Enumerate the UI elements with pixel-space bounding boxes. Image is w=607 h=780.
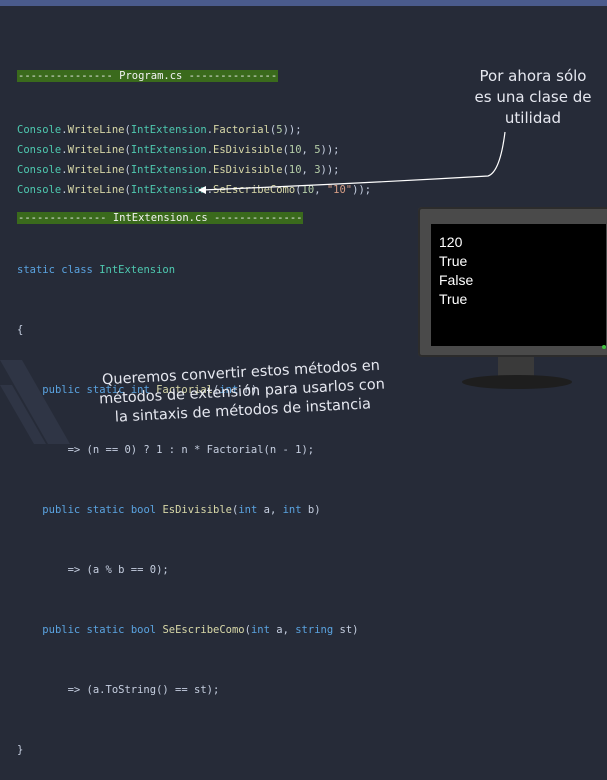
console-output-line: True (439, 253, 468, 269)
power-led (602, 345, 606, 349)
method-seescribecomo-signature: public static bool SeEscribeComo(int a, … (42, 624, 359, 636)
monitor-stand-neck (498, 357, 534, 377)
console-output-line: False (439, 272, 474, 288)
method-seescribecomo-body: => (a.ToString() == st); (67, 684, 220, 696)
console-output-line: 120 (439, 234, 463, 250)
method-esdivisible-signature: public static bool EsDivisible(int a, in… (42, 504, 321, 516)
console-output-screen: 120 True False True (431, 224, 606, 346)
console-output-line: True (439, 291, 468, 307)
monitor-stand-base (462, 375, 572, 389)
method-esdivisible-body: => (a % b == 0); (67, 564, 169, 576)
close-brace: } (17, 744, 24, 756)
